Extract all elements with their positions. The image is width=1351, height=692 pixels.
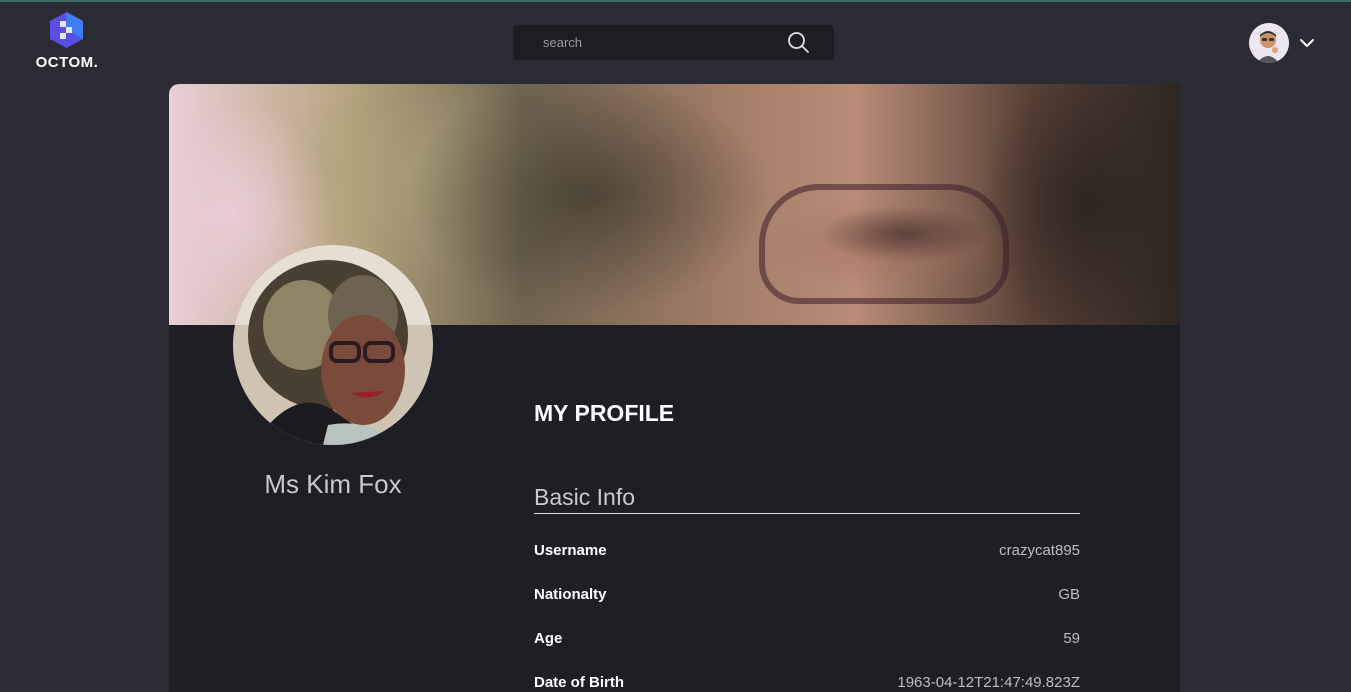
- user-avatar-button[interactable]: [1249, 23, 1289, 63]
- info-label: Username: [534, 541, 607, 559]
- profile-card: Ms Kim Fox MY PROFILE Basic Info Usernam…: [169, 84, 1180, 692]
- profile-picture: [233, 245, 433, 445]
- info-value: GB: [1058, 585, 1080, 603]
- info-row-age: Age 59: [534, 627, 1080, 649]
- info-label: Date of Birth: [534, 673, 624, 691]
- profile-portrait: [233, 245, 433, 445]
- info-row-nationality: Nationalty GB: [534, 583, 1080, 605]
- info-label: Age: [534, 629, 563, 647]
- search-icon[interactable]: [786, 30, 810, 54]
- logo-text: OCTOM.: [35, 54, 99, 71]
- cover-photo-detail: [759, 184, 1009, 304]
- info-value: 1963-04-12T21:47:49.823Z: [897, 673, 1080, 691]
- octom-logo-icon: [50, 12, 83, 48]
- info-row-username: Username crazycat895: [534, 539, 1080, 561]
- search-bar: [513, 25, 834, 60]
- info-label: Nationalty: [534, 585, 607, 603]
- chevron-down-icon[interactable]: [1298, 34, 1316, 52]
- info-row-date-of-birth: Date of Birth 1963-04-12T21:47:49.823Z: [534, 671, 1080, 692]
- profile-name: Ms Kim Fox: [264, 469, 402, 499]
- info-value: crazycat895: [999, 541, 1080, 559]
- info-value: 59: [1063, 629, 1080, 647]
- octom-logo[interactable]: OCTOM.: [34, 12, 100, 74]
- user-avatar: [1249, 23, 1289, 63]
- my-profile-heading: MY PROFILE: [534, 400, 675, 426]
- basic-info-heading: Basic Info: [534, 484, 1080, 514]
- search-input[interactable]: [527, 25, 777, 60]
